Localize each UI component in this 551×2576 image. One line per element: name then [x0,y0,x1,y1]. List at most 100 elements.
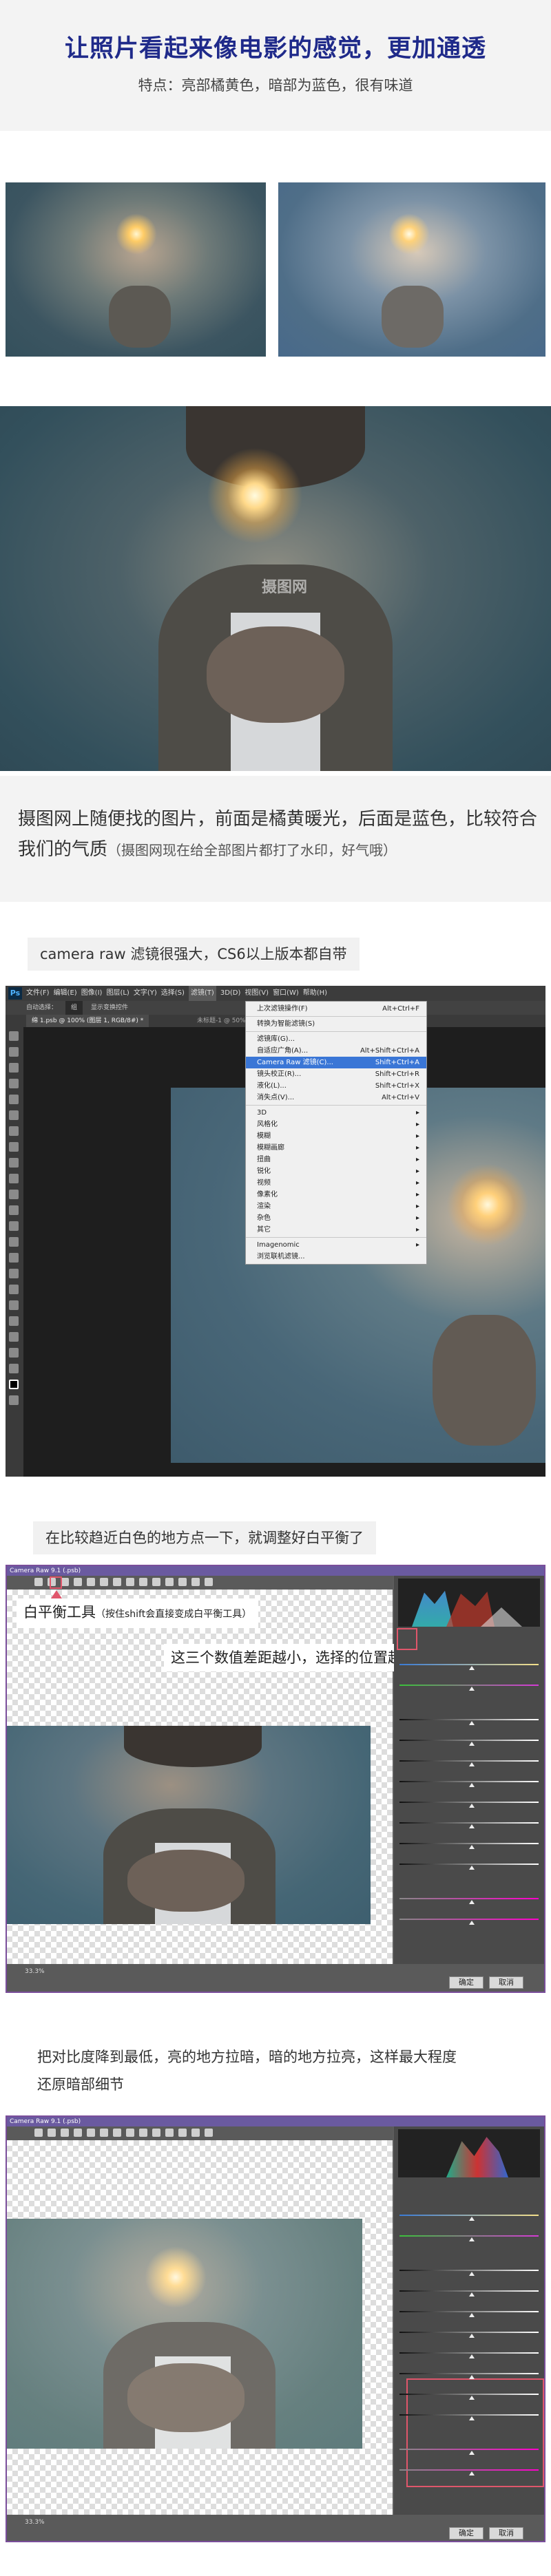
menubar-item[interactable]: 文字(Y) [134,986,157,1001]
filter-menu-item[interactable]: 风格化 ▸ [246,1119,426,1130]
adjust-slider[interactable] [399,1711,539,1725]
filter-menu-item[interactable]: 视频 ▸ [246,1177,426,1189]
menubar-item[interactable]: 文件(F) [26,986,50,1001]
cr1-ok-button[interactable]: 确定 [449,1976,484,1989]
adjust-slider[interactable] [399,1793,539,1808]
filter-menu-item[interactable]: 3D ▸ [246,1107,426,1119]
cr-tool-icon[interactable] [48,2129,56,2137]
slider-handle[interactable] [469,2396,475,2400]
cr2-cancel-button[interactable]: 取消 [489,2527,523,2540]
adjust-slider[interactable] [399,2261,539,2276]
adjust-slider[interactable] [399,1676,539,1691]
slider-handle[interactable] [469,2313,475,2317]
cr-tool-icon[interactable] [100,2129,108,2137]
tool-icon[interactable] [9,1142,19,1152]
adjust-slider[interactable] [399,2385,539,2400]
cr-tool-icon[interactable] [139,2129,147,2137]
cr-tool-icon[interactable] [87,2129,95,2137]
slider-handle[interactable] [469,2451,475,2455]
filter-menu-item[interactable]: 自适应广角(A)... Alt+Shift+Ctrl+A [246,1045,426,1057]
cr-tool-icon[interactable] [126,2129,134,2137]
filter-menu-item[interactable]: 浏览联机滤镜... [246,1251,426,1263]
slider-handle[interactable] [469,1721,475,1725]
tool-icon[interactable] [9,1126,19,1136]
cr-tool-icon[interactable] [205,1578,213,1586]
slider-handle[interactable] [469,2272,475,2276]
tool-icon[interactable] [9,1047,19,1057]
tool-icon[interactable] [9,1110,19,1120]
slider-handle[interactable] [469,1866,475,1870]
group-select[interactable]: 组 [65,1001,83,1015]
menubar-item[interactable]: 视图(V) [245,986,269,1001]
adjust-slider[interactable] [399,1773,539,1787]
filter-menu-item[interactable]: 杂色 ▸ [246,1212,426,1224]
white-balance-tool-button[interactable] [50,1576,62,1589]
slider-handle[interactable] [469,1900,475,1904]
auto-select-label[interactable]: 自动选择： [26,1001,57,1015]
adjust-slider[interactable] [399,1814,539,1828]
cr-tool-icon[interactable] [87,1578,95,1586]
tool-icon[interactable] [9,1174,19,1183]
slider-handle[interactable] [469,2237,475,2241]
cr1-cancel-button[interactable]: 取消 [489,1976,523,1989]
slider-handle[interactable] [469,1666,475,1670]
slider-handle[interactable] [469,1804,475,1808]
tool-icon[interactable] [9,1395,19,1405]
cr-tool-icon[interactable] [178,2129,187,2137]
filter-menu-item[interactable]: 渲染 ▸ [246,1201,426,1212]
adjust-slider[interactable] [399,1855,539,1870]
slider-handle[interactable] [469,1742,475,1746]
adjust-slider[interactable] [399,2440,539,2455]
filter-menu-item[interactable]: 上次滤镜操作(F) Alt+Ctrl+F [246,1003,426,1015]
show-transform-label[interactable]: 显示变换控件 [91,1001,128,1015]
filter-menu-item[interactable]: 锐化 ▸ [246,1165,426,1177]
cr-tool-icon[interactable] [34,1578,43,1586]
adjust-slider[interactable] [399,2323,539,2338]
slider-handle[interactable] [469,1687,475,1691]
tool-icon[interactable] [9,1221,19,1231]
tool-icon[interactable] [9,1332,19,1342]
filter-menu-item[interactable]: 滤镜库(G)... [246,1033,426,1045]
tool-icon[interactable] [9,1364,19,1373]
slider-handle[interactable] [469,2292,475,2297]
cr-tool-icon[interactable] [74,1578,82,1586]
tool-icon[interactable] [9,1158,19,1168]
filter-menu-item[interactable]: 转换为智能滤镜(S) [246,1018,426,1030]
slider-handle[interactable] [469,2354,475,2358]
adjust-slider[interactable] [399,1656,539,1670]
menubar-item[interactable]: 图层(L) [106,986,129,1001]
tool-icon[interactable] [9,1205,19,1215]
cr-tool-icon[interactable] [152,1578,160,1586]
tool-icon[interactable] [9,1316,19,1326]
cr-tool-icon[interactable] [34,2129,43,2137]
menubar-item[interactable]: 滤镜(T) [188,986,216,1001]
cr-tool-icon[interactable] [113,1578,121,1586]
cr1-zoom[interactable]: 33.3% [25,1968,45,1975]
tool-icon[interactable] [9,1269,19,1278]
menubar-item[interactable]: 窗口(W) [273,986,299,1001]
adjust-slider[interactable] [399,2365,539,2379]
filter-menu-item[interactable]: 液化(L)... Shift+Ctrl+X [246,1080,426,1092]
cr-tool-icon[interactable] [191,1578,200,1586]
tool-icon[interactable] [9,1031,19,1041]
adjust-slider[interactable] [399,1835,539,1849]
tool-icon[interactable] [9,1300,19,1310]
tool-icon[interactable] [9,1079,19,1088]
cr-tool-icon[interactable] [191,2129,200,2137]
adjust-slider[interactable] [399,2303,539,2317]
adjust-slider[interactable] [399,2206,539,2221]
filter-menu-item[interactable]: Camera Raw 滤镜(C)... Shift+Ctrl+A [246,1057,426,1068]
adjust-slider[interactable] [399,1752,539,1766]
tool-icon[interactable] [9,1237,19,1247]
tool-icon[interactable] [9,1348,19,1358]
tool-icon[interactable] [9,1253,19,1263]
cr-tool-icon[interactable] [165,2129,174,2137]
filter-menu-item[interactable]: 其它 ▸ [246,1224,426,1236]
adjust-slider[interactable] [399,2282,539,2297]
cr-tool-icon[interactable] [126,1578,134,1586]
adjust-slider[interactable] [399,1731,539,1746]
slider-handle[interactable] [469,2375,475,2379]
tool-icon[interactable] [9,1285,19,1294]
tool-icon[interactable] [9,1380,19,1389]
slider-handle[interactable] [469,1783,475,1787]
